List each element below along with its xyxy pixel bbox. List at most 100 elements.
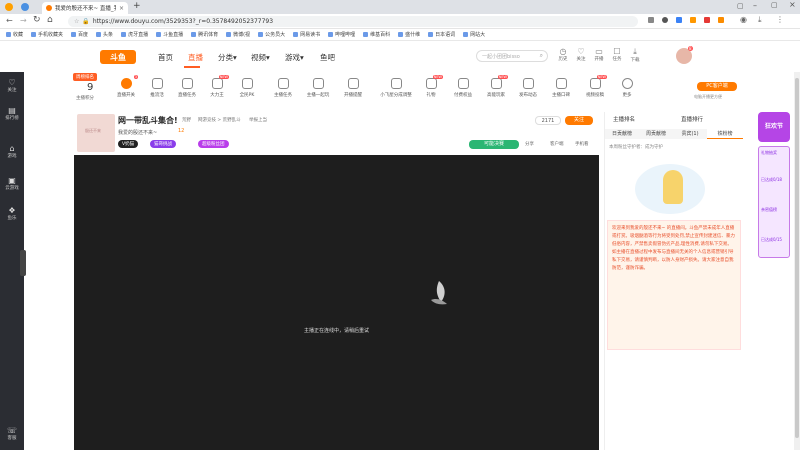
page-scrollbar-thumb[interactable]	[795, 78, 799, 438]
bookmark-item[interactable]: 腾讯体育	[191, 31, 218, 38]
extension-2-icon[interactable]	[662, 17, 668, 23]
streamer-avatar[interactable]: 殷还不来	[77, 114, 115, 152]
stream-rank-tab[interactable]: 直播排行	[681, 115, 703, 123]
nav-home[interactable]: 首页	[158, 52, 173, 63]
extension-icon[interactable]	[21, 3, 29, 11]
toolbar-item[interactable]: 礼物 NEW	[416, 75, 446, 98]
minimize-icon[interactable]: –	[753, 1, 757, 10]
toolbar-item[interactable]: 推流活	[142, 78, 172, 98]
home-icon[interactable]: ⌂	[47, 15, 53, 25]
hot-badge[interactable]: 可能决赛	[469, 140, 519, 149]
report-link[interactable]: 举报上当	[249, 117, 267, 123]
event-float-panel[interactable]: 狂欢节 礼物抽奖 已达成0/18 亲密值榜 已达成0/15	[758, 112, 790, 262]
toolbar-more[interactable]: 更多	[612, 78, 642, 98]
download-button[interactable]: ⤓ 下载	[628, 47, 642, 63]
star-icon[interactable]: ☆	[74, 18, 79, 25]
tab-iron-fans[interactable]: 铁粉榜	[707, 129, 743, 139]
toolbar-item[interactable]: 大力王 NEW	[202, 75, 232, 98]
sidebar-item-help[interactable]: ☏ 客服	[0, 426, 24, 441]
bookmark-item[interactable]: 手机收藏夹	[31, 31, 63, 38]
toolbar-item[interactable]: 直播任务	[172, 78, 202, 98]
client-button[interactable]: 客户端	[550, 141, 564, 147]
extension-4-icon[interactable]	[690, 17, 696, 23]
toolbar-item[interactable]: 主播任务	[268, 78, 298, 98]
sidebar-item-rank[interactable]: ▤ 排行榜	[0, 106, 24, 121]
bookmark-item[interactable]: 维基百科	[363, 31, 390, 38]
streamer-name[interactable]: 我爱的殷还不来~	[118, 129, 157, 136]
history-button[interactable]: ◷ 历史	[556, 47, 570, 62]
fan-club-badge[interactable]: 超级粉丝团	[198, 140, 229, 148]
bookmark-item[interactable]: 斗鱼直播	[156, 31, 183, 38]
site-logo[interactable]: 斗鱼	[100, 50, 136, 64]
nav-game[interactable]: 游戏▾	[285, 52, 304, 63]
forward-icon[interactable]: →	[20, 16, 27, 25]
profile-icon[interactable]: ◉	[740, 15, 747, 24]
follow-button[interactable]: 关注	[565, 116, 593, 125]
download-icon[interactable]: ⤓	[758, 15, 762, 25]
bookmark-item[interactable]: 盛什维	[398, 31, 420, 38]
extension-5-icon[interactable]	[704, 17, 710, 23]
maximize-icon[interactable]: ▢	[771, 1, 778, 9]
sidebar-item-cloud-game[interactable]: ▣ 云游戏	[0, 176, 24, 191]
reload-icon[interactable]: ↻	[33, 15, 41, 25]
bookmark-item[interactable]: 网站大	[463, 31, 485, 38]
toolbar-item[interactable]: 视频投稿 NEW	[580, 75, 610, 98]
pc-client-button[interactable]: PC客户端	[697, 82, 737, 91]
extension-3-icon[interactable]	[676, 17, 682, 23]
extension-6-icon[interactable]	[718, 17, 724, 23]
browser-tab[interactable]: 我爱的殷还不来~ 直播_我爱的 ×	[42, 2, 128, 14]
tab-daily-contrib[interactable]: 日贡献榜	[605, 129, 639, 139]
bookmark-item[interactable]: 收藏	[6, 31, 23, 38]
bookmark-item[interactable]: 公务员大	[258, 31, 285, 38]
sidebar-item-game[interactable]: ⌂ 游戏	[0, 144, 24, 159]
phone-watch-button[interactable]: 手机看	[575, 141, 589, 147]
sidebar-item-follow[interactable]: ♡ 关注	[0, 78, 24, 93]
toolbar-item[interactable]: 高能玩家 NEW	[481, 75, 511, 98]
bookmark-item[interactable]: 日本语词	[428, 31, 455, 38]
toolbar-item[interactable]: 全民PK	[232, 78, 262, 98]
video-player[interactable]: 主播正在连线中，请稍后重试	[74, 155, 599, 450]
open-live-button[interactable]: ▭ 开播	[592, 47, 606, 62]
toolbar-live-switch[interactable]: 直播开关 3	[111, 75, 141, 98]
browser-app-icon[interactable]	[5, 3, 13, 11]
extension-1-icon[interactable]	[648, 17, 654, 23]
challenge-badge[interactable]: 猫哥挑战	[150, 140, 176, 148]
toolbar-item[interactable]: 小飞屋分成调整	[372, 78, 420, 98]
tab-search-icon[interactable]: ▢	[737, 2, 744, 10]
sidebar-collapse-handle[interactable]	[20, 250, 26, 276]
bookmark-item[interactable]: 头条	[96, 31, 113, 38]
category-2[interactable]: 网游竞技 > 荒野乱斗	[198, 117, 241, 123]
search-input[interactable]: 一起小团团bisso ⌕	[476, 50, 548, 62]
bookmark-item[interactable]: 网易读书	[293, 31, 320, 38]
event-banner[interactable]: 狂欢节	[758, 112, 790, 142]
bookmark-item[interactable]: 虎牙直播	[121, 31, 148, 38]
follow-button[interactable]: ♡ 关注	[574, 47, 588, 62]
bookmark-item[interactable]: 哔哩哔哩	[328, 31, 355, 38]
close-window-icon[interactable]: ×	[789, 0, 796, 9]
toolbar-item[interactable]: 开播提醒	[338, 78, 368, 98]
sidebar-item-fish[interactable]: ❖ 鱼乐	[0, 206, 24, 221]
anchor-rank-tab[interactable]: 主播排名	[613, 115, 635, 123]
toolbar-item[interactable]: 主播一起玩	[303, 78, 333, 98]
v-badge[interactable]: V奶猫	[118, 140, 139, 148]
toolbar-item[interactable]: 付费权益	[448, 78, 478, 98]
address-bar[interactable]: ☆ 🔒 https://www.douyu.com/3529353?_r=0.3…	[68, 16, 638, 27]
category-1[interactable]: 荒野	[182, 117, 191, 123]
task-button[interactable]: ☐ 任务	[610, 47, 624, 62]
nav-category[interactable]: 分类▾	[218, 52, 237, 63]
bookmark-item[interactable]: 微博(视	[226, 31, 250, 38]
nav-live[interactable]: 直播	[188, 52, 203, 63]
toolbar-item[interactable]: 发布动态	[513, 78, 543, 98]
search-icon[interactable]: ⌕	[540, 52, 543, 60]
menu-icon[interactable]: ⋮	[776, 15, 784, 24]
nav-video[interactable]: 视频▾	[251, 52, 270, 63]
tab-weekly-contrib[interactable]: 周贡献榜	[639, 129, 673, 139]
new-tab-button[interactable]: +	[133, 1, 141, 11]
nav-fishbar[interactable]: 鱼吧	[320, 52, 335, 63]
share-button[interactable]: 分享	[525, 141, 534, 147]
toolbar-item[interactable]: 主播口碑	[546, 78, 576, 98]
tab-close-icon[interactable]: ×	[119, 5, 124, 12]
back-icon[interactable]: ←	[6, 16, 13, 25]
bookmark-item[interactable]: 百度	[71, 31, 88, 38]
tab-vip[interactable]: 贵宾(1)	[673, 129, 707, 139]
